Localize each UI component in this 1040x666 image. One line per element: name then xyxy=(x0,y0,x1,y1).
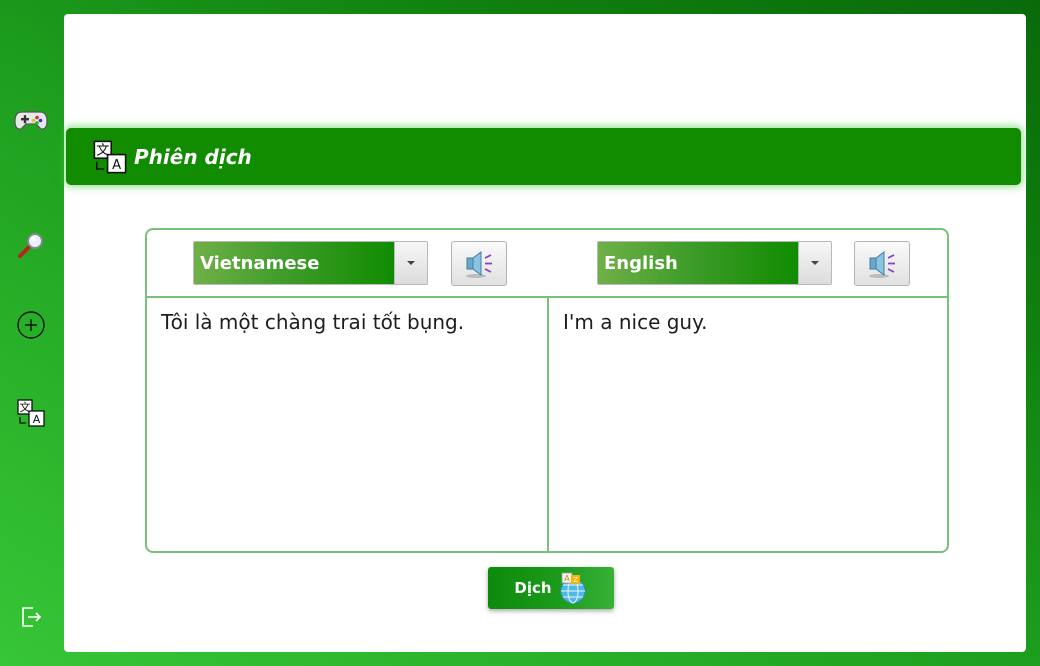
globe-translate-icon: A Z xyxy=(560,572,586,604)
svg-text:A: A xyxy=(33,413,41,426)
games-button[interactable] xyxy=(12,101,50,139)
target-speak-button[interactable] xyxy=(854,241,910,286)
sidebar: 文 A xyxy=(0,0,62,666)
search-icon xyxy=(18,233,43,258)
logout-icon xyxy=(22,607,42,627)
translate-button-label: Dịch xyxy=(514,579,552,597)
target-language-label: English xyxy=(598,242,798,284)
speaker-icon xyxy=(869,250,895,278)
svg-text:Z: Z xyxy=(573,576,578,584)
chevron-down-icon xyxy=(811,261,819,265)
logout-button[interactable] xyxy=(12,598,50,636)
translate-icon: 文 A xyxy=(17,399,45,427)
page-title: Phiên dịch xyxy=(134,144,252,169)
add-button[interactable] xyxy=(12,306,50,344)
svg-text:A: A xyxy=(112,158,121,173)
add-circle-icon xyxy=(17,311,45,339)
chevron-down-icon xyxy=(407,261,415,265)
search-button[interactable] xyxy=(12,226,50,264)
gamepad-icon xyxy=(14,111,48,130)
language-toolbar: Vietnamese English xyxy=(147,230,947,298)
header-icon-wrap: 文 A xyxy=(92,139,128,175)
target-language-dropdown[interactable] xyxy=(798,242,831,284)
target-language-select[interactable]: English xyxy=(597,241,832,285)
speaker-icon xyxy=(466,250,492,278)
translate-icon: 文 A xyxy=(93,140,127,173)
translate-button[interactable]: Dịch A Z xyxy=(488,567,614,609)
translator-box: Vietnamese English Tôi là một chàng trai… xyxy=(145,228,949,553)
translate-nav-button[interactable]: 文 A xyxy=(12,394,50,432)
svg-text:A: A xyxy=(564,574,570,583)
source-text-area[interactable]: Tôi là một chàng trai tốt bụng. xyxy=(147,298,547,551)
page-header: 文 A Phiên dịch xyxy=(66,128,1021,185)
main-panel: 文 A Phiên dịch Vietnamese English Tôi là… xyxy=(64,14,1026,652)
target-text-area[interactable]: I'm a nice guy. xyxy=(549,298,947,551)
source-language-label: Vietnamese xyxy=(194,242,394,284)
source-speak-button[interactable] xyxy=(451,241,507,286)
source-language-dropdown[interactable] xyxy=(394,242,427,284)
source-language-select[interactable]: Vietnamese xyxy=(193,241,428,285)
